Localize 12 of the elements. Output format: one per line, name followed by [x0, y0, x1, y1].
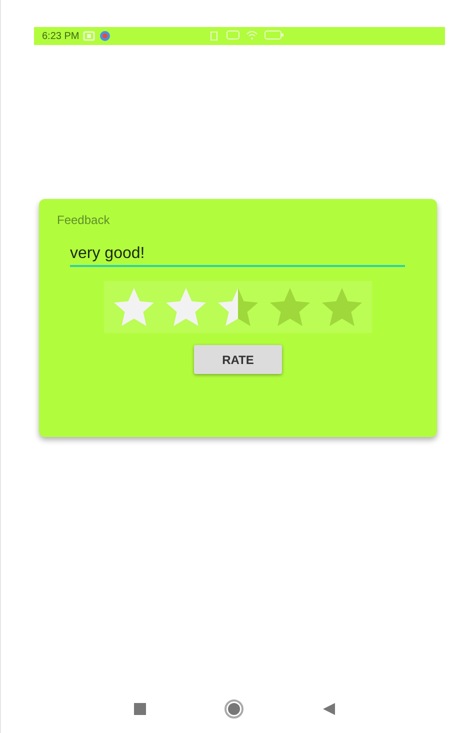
status-time: 6:23 PM: [42, 30, 80, 42]
battery-icon: [264, 30, 284, 40]
back-icon[interactable]: [322, 702, 336, 716]
wifi-icon: [246, 30, 258, 40]
notification-icon: [83, 31, 96, 41]
rating-bar[interactable]: [104, 281, 372, 333]
comment-field[interactable]: very good!: [70, 241, 405, 267]
card-title: Feedback: [57, 213, 111, 227]
app-icon: [99, 30, 112, 42]
home-icon[interactable]: [224, 699, 244, 719]
recents-icon[interactable]: [132, 702, 147, 716]
rate-button[interactable]: RATE: [194, 345, 282, 374]
